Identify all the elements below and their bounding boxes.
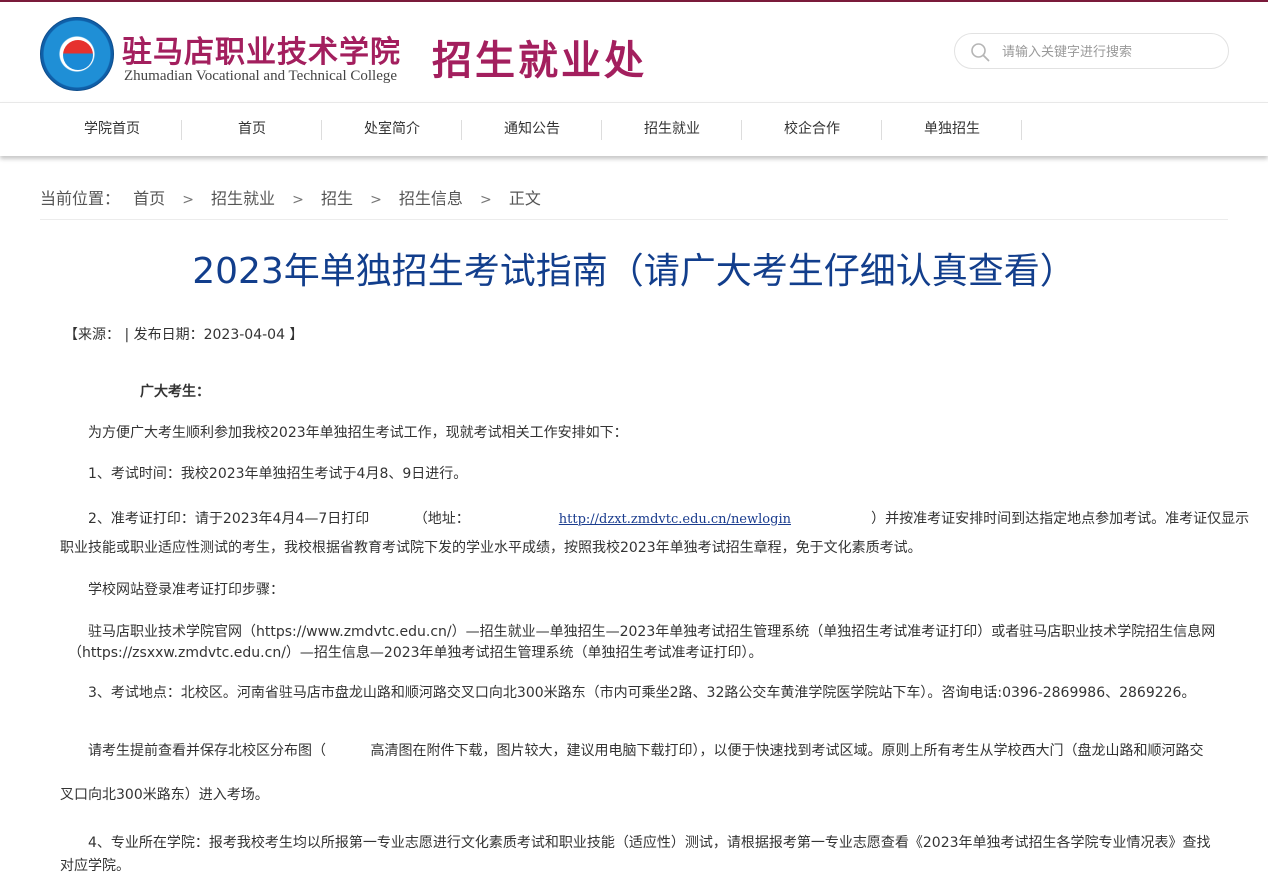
breadcrumb-admissions-employment[interactable]: 招生就业 <box>211 189 275 208</box>
paragraph: 为方便广大考生顺利参加我校2023年单独招生考试工作，现就考试相关工作安排如下： <box>88 425 628 441</box>
paragraph: 职业技能或职业适应性测试的考生，我校根据省教育考试院下发的学业水平成绩，按照我校… <box>60 540 922 556</box>
nav-item-about[interactable]: 处室简介 <box>322 103 462 156</box>
breadcrumb-label: 当前位置： <box>40 189 121 208</box>
site-header: 驻马店职业技术学院 Zhumadian Vocational and Techn… <box>0 2 1268 102</box>
chevron-right-icon: > <box>182 192 194 208</box>
article-title: 2023年单独招生考试指南（请广大考生仔细认真查看） <box>192 251 1076 292</box>
search-icon[interactable] <box>970 42 990 62</box>
chevron-right-icon: > <box>292 192 304 208</box>
paragraph: 3、考试地点：北校区。河南省驻马店市盘龙山路和顺河路交叉口向北300米路东（市内… <box>88 685 1196 701</box>
paragraph: 请考生提前查看并保存北校区分布图（ 高清图在附件下载，图片较大，建议用电脑下载打… <box>88 743 1204 759</box>
nav-item-admissions[interactable]: 招生就业 <box>602 103 742 156</box>
nav-item-notices[interactable]: 通知公告 <box>462 103 602 156</box>
main-nav: 学院首页 首页 处室简介 通知公告 招生就业 校企合作 单独招生 <box>0 102 1268 156</box>
college-name-en: Zhumadian Vocational and Technical Colle… <box>124 68 398 84</box>
paragraph: 对应学院。 <box>60 858 130 874</box>
nav-item-independent-enrollment[interactable]: 单独招生 <box>882 103 1022 156</box>
chevron-right-icon: > <box>370 192 382 208</box>
paragraph: 1、考试时间：我校2023年单独招生考试于4月8、9日进行。 <box>88 466 468 482</box>
article-meta: 【来源： | 发布日期：2023-04-04 】 <box>64 327 304 343</box>
paragraph: 2、准考证打印：请于2023年4月4—7日打印 （地址： http://dzxt… <box>88 505 1249 534</box>
nav-item-college-home[interactable]: 学院首页 <box>42 103 182 156</box>
nav-item-cooperation[interactable]: 校企合作 <box>742 103 882 156</box>
divider <box>40 219 1228 220</box>
breadcrumb: 当前位置： 首页 > 招生就业 > 招生 > 招生信息 > 正文 <box>40 185 541 209</box>
college-name-cn: 驻马店职业技术学院 <box>122 35 401 70</box>
search-box <box>954 33 1229 69</box>
college-emblem <box>63 40 93 70</box>
greeting: 广大考生： <box>140 384 210 400</box>
department-title: 招生就业处 <box>432 37 647 84</box>
college-logo[interactable] <box>40 17 114 91</box>
paragraph: 叉口向北300米路东）进入考场。 <box>60 787 269 803</box>
nav-item-home[interactable]: 首页 <box>182 103 322 156</box>
paragraph: （https://zsxxw.zmdvtc.edu.cn/）—招生信息—2023… <box>68 645 763 661</box>
search-input[interactable] <box>1002 42 1212 62</box>
paragraph: 学校网站登录准考证打印步骤： <box>88 582 284 598</box>
breadcrumb-home[interactable]: 首页 <box>133 189 165 208</box>
admission-ticket-link[interactable]: http://dzxt.zmdvtc.edu.cn/newlogin <box>559 512 791 527</box>
breadcrumb-admission-info[interactable]: 招生信息 <box>399 189 463 208</box>
paragraph-text: ）并按准考证安排时间到达指定地点参加考试。准考证仅显示 <box>790 511 1250 527</box>
breadcrumb-admissions[interactable]: 招生 <box>321 189 353 208</box>
paragraph-text: 2、准考证打印：请于2023年4月4—7日打印 （地址： <box>88 511 559 527</box>
breadcrumb-current: 正文 <box>508 189 541 208</box>
chevron-right-icon: > <box>480 192 492 208</box>
